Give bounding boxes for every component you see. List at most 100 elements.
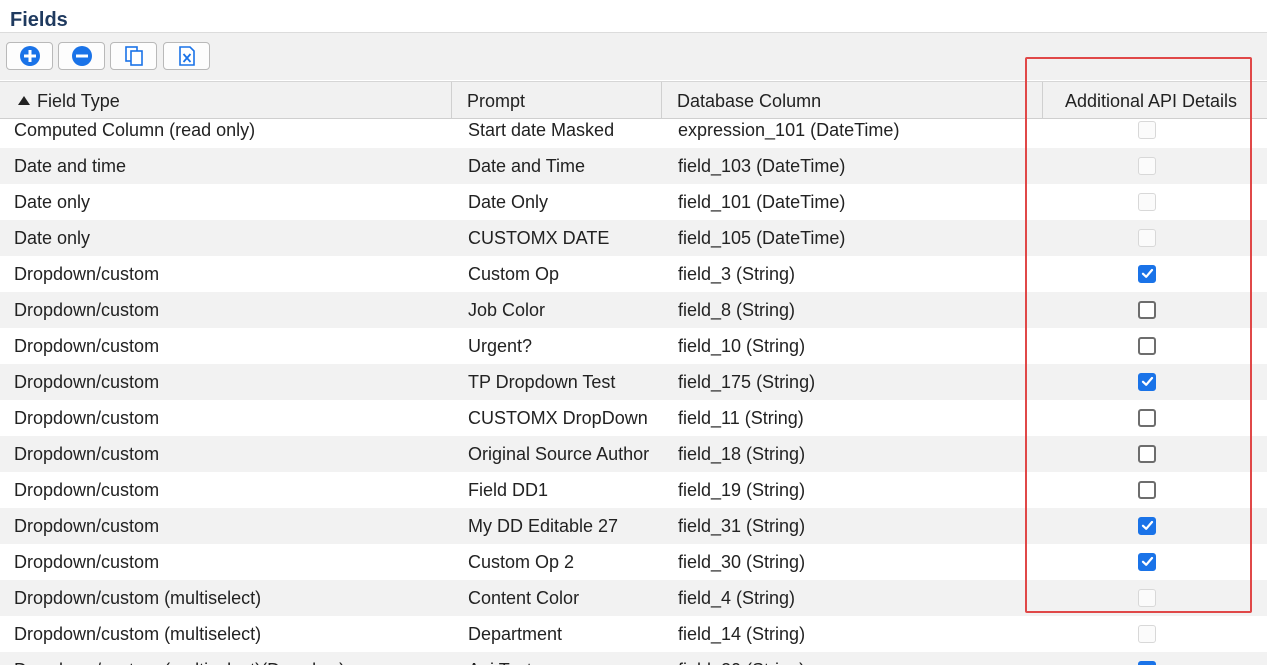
table-row[interactable]: Dropdown/custom TP Dropdown Test field_175… (0, 364, 1267, 400)
field-type-cell: Dropdown/custom (14, 552, 160, 572)
database-column-cell: field_19 (String) (678, 480, 806, 500)
prompt-cell: Api Test (468, 652, 532, 665)
column-header-label: Database Column (677, 91, 822, 111)
field-type-cell: Dropdown/custom (14, 336, 160, 356)
additional-api-details-checkbox[interactable] (1138, 337, 1156, 355)
table-row[interactable]: Dropdown/custom Urgent? field_10 (String) (0, 328, 1267, 364)
remove-field-button[interactable] (58, 42, 105, 70)
additional-api-details-checkbox[interactable] (1138, 553, 1156, 571)
prompt-cell: Department (468, 624, 563, 644)
copy-button[interactable] (110, 42, 157, 70)
database-column-cell: field_31 (String) (678, 516, 806, 536)
prompt-cell: Custom Op 2 (468, 552, 575, 572)
additional-api-details-checkbox[interactable] (1138, 445, 1156, 463)
field-type-cell: Date only (14, 228, 91, 248)
additional-api-details-checkbox[interactable] (1138, 373, 1156, 391)
prompt-cell: Date and Time (468, 156, 586, 176)
prompt-cell: CUSTOMX DATE (468, 228, 610, 248)
field-type-cell: Dropdown/custom (multiselect) (14, 588, 262, 608)
database-column-cell: expression_101 (DateTime) (678, 120, 900, 140)
column-header-label: Prompt (467, 91, 526, 111)
additional-api-details-checkbox[interactable] (1138, 409, 1156, 427)
additional-api-details-checkbox (1138, 121, 1156, 139)
export-excel-button[interactable] (163, 42, 210, 70)
additional-api-details-checkbox (1138, 157, 1156, 175)
database-column-cell: field_10 (String) (678, 336, 806, 356)
checkmark-icon (1141, 660, 1154, 665)
checkmark-icon (1141, 516, 1154, 537)
additional-api-details-checkbox[interactable] (1138, 661, 1156, 665)
additional-api-details-checkbox (1138, 589, 1156, 607)
prompt-cell: CUSTOMX DropDown (468, 408, 648, 428)
table-row[interactable]: Dropdown/custom (multiselect)(Dropdow) Ap… (0, 652, 1267, 665)
additional-api-details-checkbox (1138, 193, 1156, 211)
additional-api-details-checkbox[interactable] (1138, 481, 1156, 499)
additional-api-details-checkbox[interactable] (1138, 301, 1156, 319)
field-type-cell: Dropdown/custom (14, 480, 160, 500)
field-type-cell: Computed Column (read only) (14, 120, 256, 140)
additional-api-details-checkbox[interactable] (1138, 517, 1156, 535)
database-column-cell: field_18 (String) (678, 444, 806, 464)
field-type-cell: Dropdown/custom (multiselect)(Dropdow) (14, 652, 345, 665)
prompt-cell: Field DD1 (468, 480, 549, 500)
table-row[interactable]: Date only Date Only field_101 (DateTime) (0, 184, 1267, 220)
table-row[interactable]: Dropdown/custom My DD Editable 27 field_31… (0, 508, 1267, 544)
prompt-cell: My DD Editable 27 (468, 516, 619, 536)
database-column-cell: field_175 (String) (678, 372, 816, 392)
table-row[interactable]: Dropdown/custom Job Color field_8 (String) (0, 292, 1267, 328)
minus-circle-icon (71, 45, 93, 67)
field-type-cell: Dropdown/custom (14, 372, 160, 392)
table-row[interactable]: Date only CUSTOMX DATE field_105 (DateTime… (0, 220, 1267, 256)
add-field-button[interactable] (6, 42, 53, 70)
checkmark-icon (1141, 372, 1154, 393)
database-column-cell: field_4 (String) (678, 588, 796, 608)
field-type-cell: Dropdown/custom (14, 444, 160, 464)
table-row[interactable]: Dropdown/custom Field DD1 field_19 (String… (0, 472, 1267, 508)
field-type-cell: Date and time (14, 156, 127, 176)
table-body: Computed Column (read only) Start date Ma… (0, 112, 1267, 665)
additional-api-details-checkbox (1138, 229, 1156, 247)
prompt-cell: Custom Op (468, 264, 560, 284)
prompt-cell: Urgent? (468, 336, 533, 356)
table-row[interactable]: Dropdown/custom CUSTOMX DropDown field_11 … (0, 400, 1267, 436)
column-header-label: Field Type (37, 91, 120, 111)
copy-icon (123, 45, 145, 67)
database-column-cell: field_8 (String) (678, 300, 796, 320)
table-row[interactable]: Date and time Date and Time field_103 (Dat… (0, 148, 1267, 184)
toolbar (0, 32, 1267, 80)
prompt-cell: Original Source Author (468, 444, 650, 464)
database-column-cell: field_103 (DateTime) (678, 156, 846, 176)
table-row[interactable]: Dropdown/custom (multiselect) Content Col… (0, 580, 1267, 616)
database-column-cell: field_30 (String) (678, 552, 806, 572)
field-type-cell: Dropdown/custom (14, 264, 160, 284)
database-column-cell: field_14 (String) (678, 624, 806, 644)
field-type-cell: Dropdown/custom (14, 300, 160, 320)
field-type-cell: Dropdown/custom (multiselect) (14, 624, 262, 644)
database-column-cell: field_105 (DateTime) (678, 228, 846, 248)
sort-ascending-icon (18, 96, 30, 105)
field-type-cell: Dropdown/custom (14, 516, 160, 536)
prompt-cell: Date Only (468, 192, 549, 212)
panel-title: Fields (10, 9, 68, 31)
checkmark-icon (1141, 552, 1154, 573)
prompt-cell: TP Dropdown Test (468, 372, 616, 392)
database-column-cell: field_101 (DateTime) (678, 192, 846, 212)
column-header-label: Additional API Details (1064, 91, 1238, 111)
additional-api-details-checkbox[interactable] (1138, 265, 1156, 283)
table-row[interactable]: Dropdown/custom Custom Op 2 field_30 (Stri… (0, 544, 1267, 580)
field-type-cell: Date only (14, 192, 91, 212)
checkmark-icon (1141, 264, 1154, 285)
field-type-cell: Dropdown/custom (14, 408, 160, 428)
prompt-cell: Job Color (468, 300, 546, 320)
table-row[interactable]: Dropdown/custom Custom Op field_3 (String) (0, 256, 1267, 292)
prompt-cell: Content Color (468, 588, 580, 608)
table-row[interactable]: Dropdown/custom Original Source Author fie… (0, 436, 1267, 472)
prompt-cell: Start date Masked (468, 120, 615, 140)
database-column-cell: field_20 (String) (678, 652, 805, 665)
table-row[interactable]: Computed Column (read only) Start date Ma… (0, 112, 1267, 148)
database-column-cell: field_11 (String) (678, 408, 804, 428)
plus-circle-icon (19, 45, 41, 67)
additional-api-details-checkbox (1138, 625, 1156, 643)
database-column-cell: field_3 (String) (678, 264, 796, 284)
table-row[interactable]: Dropdown/custom (multiselect) Department f… (0, 616, 1267, 652)
